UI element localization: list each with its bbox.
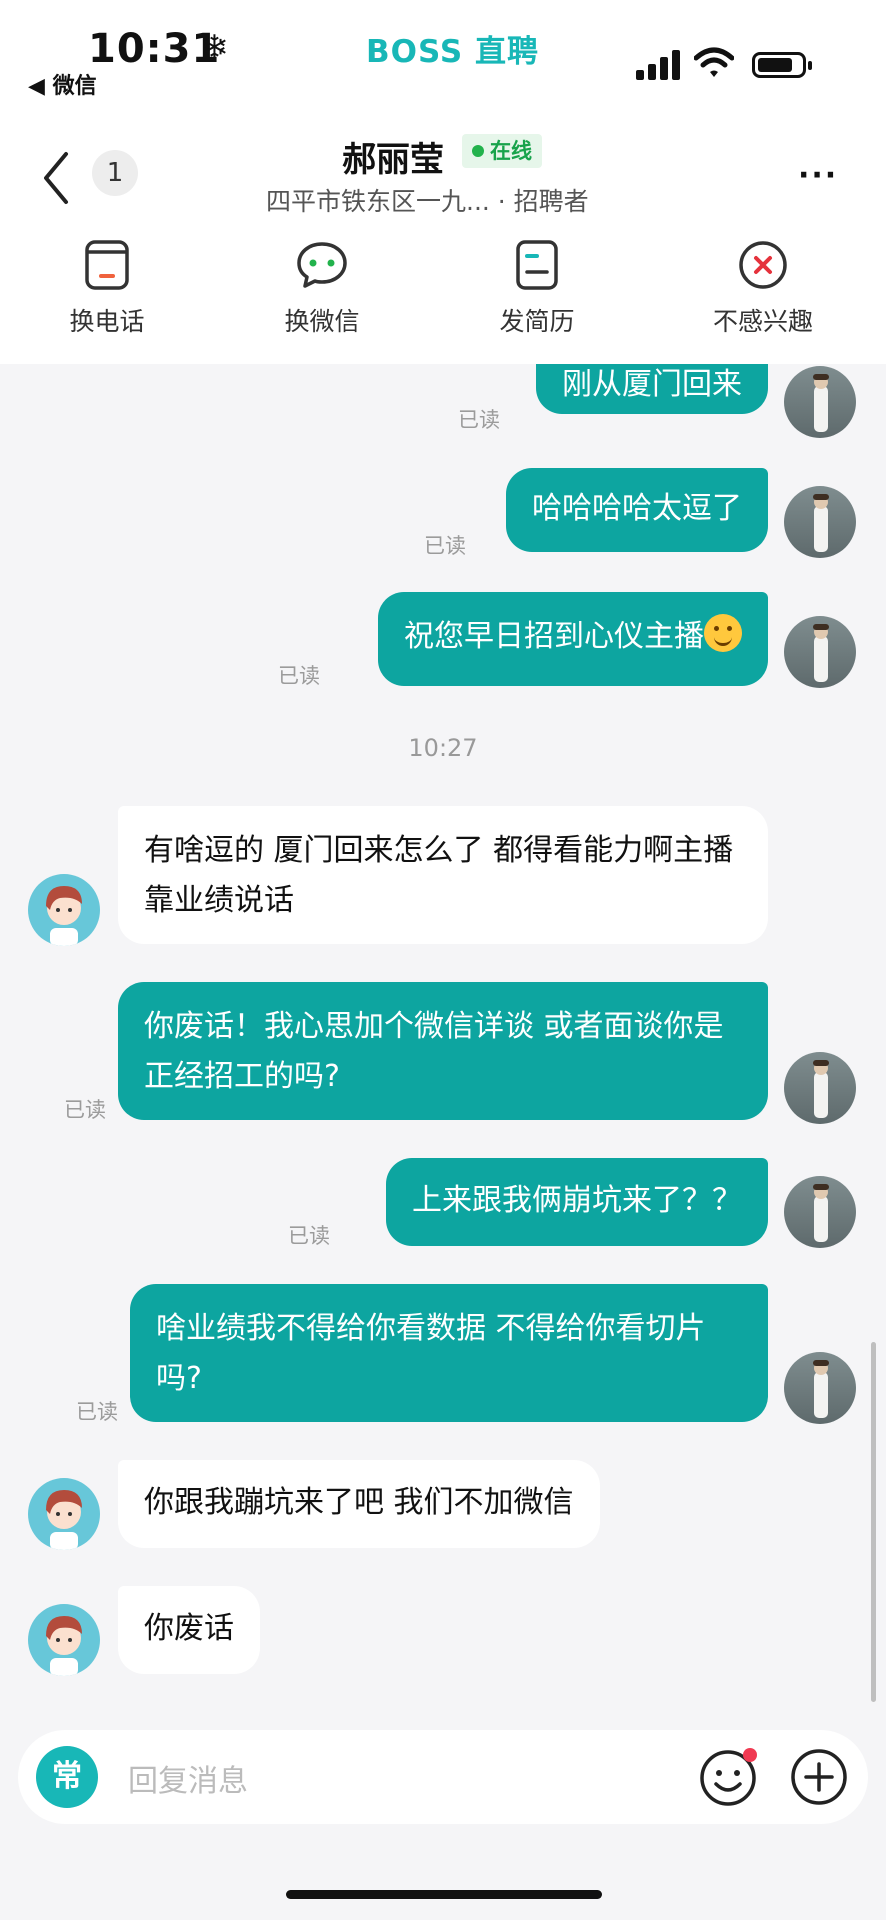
read-receipt: 已读 xyxy=(76,1400,118,1424)
brand-logo: BOSS 直聘 xyxy=(366,34,540,70)
quick-actions: 换电话 换微信 发简历 不感兴趣 xyxy=(0,238,886,358)
contact-name: 郝丽莹 xyxy=(342,140,444,180)
send-resume-label: 发简历 xyxy=(499,307,575,336)
read-receipt: 已读 xyxy=(458,408,500,432)
chat-area[interactable]: 已读 刚从厦门回来 已读 哈哈哈哈太逗了 已读 祝您早日招到心仪主播 10:27… xyxy=(0,364,886,1710)
message-bubble-sent[interactable]: 啥业绩我不得给你看数据 不得给你看切片吗? xyxy=(130,1284,768,1422)
my-avatar[interactable] xyxy=(784,1176,856,1248)
message-bubble-received[interactable]: 你废话 xyxy=(118,1586,260,1674)
chat-scrollbar[interactable] xyxy=(871,1342,876,1702)
snowflake-icon: ❄ xyxy=(200,28,229,68)
message-text: 祝您早日招到心仪主播 xyxy=(404,619,704,654)
back-to-wechat-link[interactable]: ◀ 微信 xyxy=(28,68,97,100)
notification-dot-icon xyxy=(743,1748,757,1762)
status-bar: 10:31 ❄ ◀ 微信 BOSS 直聘 xyxy=(0,0,886,110)
contact-avatar[interactable] xyxy=(28,1604,100,1676)
reply-input[interactable]: 回复消息 xyxy=(128,1756,248,1800)
message-bubble-received[interactable]: 有啥逗的 厦门回来怎么了 都得看能力啊主播靠业绩说话 xyxy=(118,806,768,944)
home-indicator[interactable] xyxy=(286,1890,602,1899)
message-input-bar: 常 回复消息 xyxy=(18,1730,868,1824)
smile-emoji-icon xyxy=(704,614,742,652)
message-bubble-sent[interactable]: 上来跟我俩崩坑来了？？ xyxy=(386,1158,768,1246)
read-receipt: 已读 xyxy=(64,1098,106,1122)
back-arrow-icon[interactable] xyxy=(38,148,78,208)
read-receipt: 已读 xyxy=(278,664,320,688)
exchange-phone-button[interactable]: 换电话 xyxy=(32,238,182,338)
emoji-icon[interactable] xyxy=(698,1746,760,1808)
my-avatar[interactable] xyxy=(784,1052,856,1124)
send-resume-button[interactable]: 发简历 xyxy=(462,238,612,338)
my-avatar[interactable] xyxy=(784,616,856,688)
message-bubble-sent[interactable]: 哈哈哈哈太逗了 xyxy=(506,468,768,552)
not-interested-button[interactable]: 不感兴趣 xyxy=(688,238,838,338)
my-avatar[interactable] xyxy=(784,1352,856,1424)
common-phrases-button[interactable]: 常 xyxy=(36,1746,98,1808)
online-dot-icon xyxy=(472,145,484,157)
resume-icon xyxy=(516,240,558,290)
exchange-wechat-label: 换微信 xyxy=(284,307,360,336)
exchange-wechat-button[interactable]: 换微信 xyxy=(247,238,397,338)
message-bubble-sent[interactable]: 你废话！我心思加个微信详谈 或者面谈你是正经招工的吗? xyxy=(118,982,768,1120)
my-avatar[interactable] xyxy=(784,366,856,438)
not-interested-label: 不感兴趣 xyxy=(712,307,813,336)
phone-card-icon xyxy=(85,240,129,290)
not-interested-icon xyxy=(739,241,787,289)
wechat-bubble-icon xyxy=(297,242,347,288)
plus-icon[interactable] xyxy=(788,1746,850,1808)
battery-icon xyxy=(752,52,812,78)
read-receipt: 已读 xyxy=(424,534,466,558)
chat-timestamp: 10:27 xyxy=(408,734,478,762)
message-bubble-sent[interactable]: 刚从厦门回来 xyxy=(536,364,768,414)
my-avatar[interactable] xyxy=(784,486,856,558)
exchange-phone-label: 换电话 xyxy=(69,307,145,336)
contact-avatar[interactable] xyxy=(28,874,100,946)
message-bubble-sent[interactable]: 祝您早日招到心仪主播 xyxy=(378,592,768,686)
message-bubble-received[interactable]: 你跟我蹦坑来了吧 我们不加微信 xyxy=(118,1460,600,1548)
more-options-icon[interactable]: ··· xyxy=(798,158,838,193)
unread-count-badge[interactable]: 1 xyxy=(92,150,138,196)
cellular-signal-icon xyxy=(636,48,682,80)
contact-subtitle: 四平市铁东区一九... · 招聘者 xyxy=(266,187,589,216)
chat-header: 1 郝丽莹 在线 四平市铁东区一九... · 招聘者 ··· 换电话 换微信 发… xyxy=(0,110,886,364)
read-receipt: 已读 xyxy=(288,1224,330,1248)
wifi-icon xyxy=(694,47,734,77)
online-status-badge: 在线 xyxy=(462,134,542,168)
contact-avatar[interactable] xyxy=(28,1478,100,1550)
